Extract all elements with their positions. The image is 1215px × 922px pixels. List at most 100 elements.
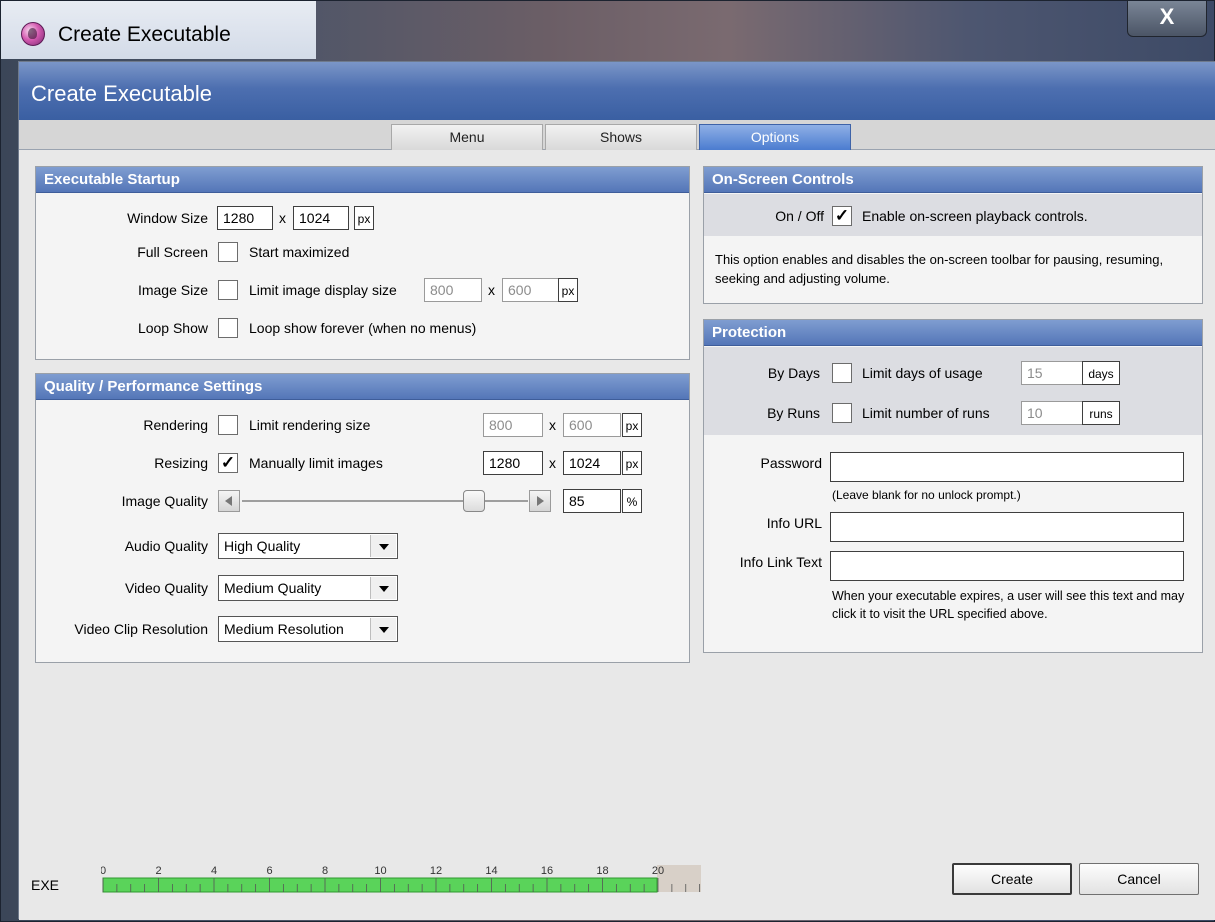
- meter-tick-label: 2: [155, 865, 161, 877]
- resizing-label: Resizing: [154, 455, 208, 471]
- by-runs-label: By Runs: [767, 405, 820, 421]
- panel-header: Protection: [704, 320, 1202, 346]
- rendering-separator: x: [549, 417, 556, 433]
- image-size-checkbox[interactable]: [218, 280, 238, 300]
- title-bar[interactable]: Create Executable X: [1, 1, 1214, 59]
- by-days-text: Limit days of usage: [862, 365, 983, 381]
- rendering-checkbox[interactable]: [218, 415, 238, 435]
- on-off-checkbox[interactable]: ✓: [832, 206, 852, 226]
- chevron-down-icon[interactable]: [370, 577, 396, 599]
- rendering-unit: px: [622, 413, 642, 437]
- password-hint: (Leave blank for no unlock prompt.): [832, 488, 1021, 502]
- on-off-label: On / Off: [775, 208, 824, 224]
- video-clip-resolution-select[interactable]: Medium Resolution: [218, 616, 398, 642]
- rendering-height-input[interactable]: 600: [563, 413, 621, 437]
- on-off-text: Enable on-screen playback controls.: [862, 208, 1088, 224]
- window-size-separator: x: [279, 210, 286, 226]
- window-width-input[interactable]: 1280: [217, 206, 273, 230]
- panel-header: Quality / Performance Settings: [36, 374, 689, 400]
- full-screen-checkbox[interactable]: [218, 242, 238, 262]
- video-clip-resolution-value: Medium Resolution: [224, 621, 344, 637]
- password-field[interactable]: [830, 452, 1184, 482]
- resizing-unit: px: [622, 451, 642, 475]
- window-size-unit: px: [354, 206, 374, 230]
- rendering-label: Rendering: [143, 417, 208, 433]
- loop-show-text: Loop show forever (when no menus): [249, 320, 477, 336]
- image-quality-slider-thumb[interactable]: [463, 490, 486, 512]
- meter-tick-label: 10: [374, 865, 386, 877]
- full-screen-label: Full Screen: [137, 244, 208, 260]
- slider-decrease-button[interactable]: [218, 490, 240, 512]
- image-height-input[interactable]: 600: [502, 278, 560, 302]
- password-label: Password: [760, 455, 822, 471]
- controls-description: This option enables and disables the on-…: [715, 252, 1164, 286]
- panel-header: Executable Startup: [36, 167, 689, 193]
- meter-tick-label: 8: [322, 865, 328, 877]
- by-days-input[interactable]: 15: [1021, 361, 1083, 385]
- resizing-checkbox[interactable]: ✓: [218, 453, 238, 473]
- image-size-unit: px: [558, 278, 578, 302]
- close-button[interactable]: X: [1127, 1, 1207, 37]
- by-runs-unit: runs: [1082, 401, 1120, 425]
- info-link-text-hint: When your executable expires, a user wil…: [832, 589, 1185, 621]
- image-quality-input[interactable]: 85: [563, 489, 621, 513]
- window-height-input[interactable]: 1024: [293, 206, 349, 230]
- by-runs-checkbox[interactable]: [832, 403, 852, 423]
- chevron-down-icon[interactable]: [370, 618, 396, 640]
- dialog-client-area: Create Executable Menu Shows Options Exe…: [18, 61, 1215, 920]
- resizing-width-input[interactable]: 1280: [483, 451, 543, 475]
- executable-startup-panel: Executable Startup Window Size 1280 x 10…: [35, 166, 690, 360]
- audio-quality-label: Audio Quality: [124, 538, 208, 554]
- quality-performance-panel: Quality / Performance Settings Rendering…: [35, 373, 690, 663]
- image-size-text: Limit image display size: [249, 282, 397, 298]
- resizing-height-input[interactable]: 1024: [563, 451, 621, 475]
- meter-tick-label: 20: [652, 865, 664, 877]
- info-url-label: Info URL: [766, 515, 822, 531]
- image-size-label: Image Size: [137, 282, 208, 298]
- rendering-width-input[interactable]: 800: [483, 413, 543, 437]
- page-title: Create Executable: [19, 62, 1215, 120]
- window-size-label: Window Size: [127, 210, 208, 226]
- by-runs-input[interactable]: 10: [1021, 401, 1083, 425]
- resizing-separator: x: [549, 455, 556, 471]
- app-logo-icon: [21, 22, 45, 46]
- video-quality-label: Video Quality: [124, 580, 208, 596]
- image-width-input[interactable]: 800: [424, 278, 482, 302]
- on-screen-controls-panel: On-Screen Controls On / Off ✓ Enable on-…: [703, 166, 1203, 304]
- by-days-checkbox[interactable]: [832, 363, 852, 383]
- image-quality-unit: %: [622, 489, 642, 513]
- audio-quality-select[interactable]: High Quality: [218, 533, 398, 559]
- info-link-text-field[interactable]: [830, 551, 1184, 581]
- chevron-down-icon[interactable]: [370, 535, 396, 557]
- image-size-separator: x: [488, 282, 495, 298]
- meter-tick-label: 14: [485, 865, 497, 877]
- info-url-field[interactable]: [830, 512, 1184, 542]
- video-quality-select[interactable]: Medium Quality: [218, 575, 398, 601]
- tab-options[interactable]: Options: [699, 124, 851, 150]
- tab-shows[interactable]: Shows: [545, 124, 697, 150]
- audio-quality-value: High Quality: [224, 538, 301, 554]
- create-button[interactable]: Create: [952, 863, 1072, 895]
- by-days-unit: days: [1082, 361, 1120, 385]
- size-meter-graphic: 0 2 4 6 8 10 12 14 16 18 20: [100, 865, 716, 893]
- meter-tick-label: 18: [596, 865, 608, 877]
- cancel-button[interactable]: Cancel: [1079, 863, 1199, 895]
- slider-increase-button[interactable]: [529, 490, 551, 512]
- loop-show-checkbox[interactable]: [218, 318, 238, 338]
- image-quality-slider-track[interactable]: [242, 500, 528, 502]
- meter-tick-label: 0: [101, 865, 106, 877]
- loop-show-label: Loop Show: [137, 320, 208, 336]
- dialog-window: Create Executable X Create Executable Me…: [0, 0, 1215, 922]
- info-link-text-label: Info Link Text: [739, 554, 822, 570]
- protection-band: [704, 347, 1202, 435]
- video-clip-resolution-label: Video Clip Resolution: [74, 621, 208, 637]
- protection-panel: Protection By Days Limit days of usage 1…: [703, 319, 1203, 653]
- meter-tick-label: 12: [430, 865, 442, 877]
- full-screen-text: Start maximized: [249, 244, 350, 260]
- video-quality-value: Medium Quality: [224, 580, 322, 596]
- meter-tick-label: 6: [266, 865, 272, 877]
- image-quality-label: Image Quality: [121, 493, 208, 509]
- panel-header: On-Screen Controls: [704, 167, 1202, 193]
- tab-menu[interactable]: Menu: [391, 124, 543, 150]
- rendering-text: Limit rendering size: [249, 417, 371, 433]
